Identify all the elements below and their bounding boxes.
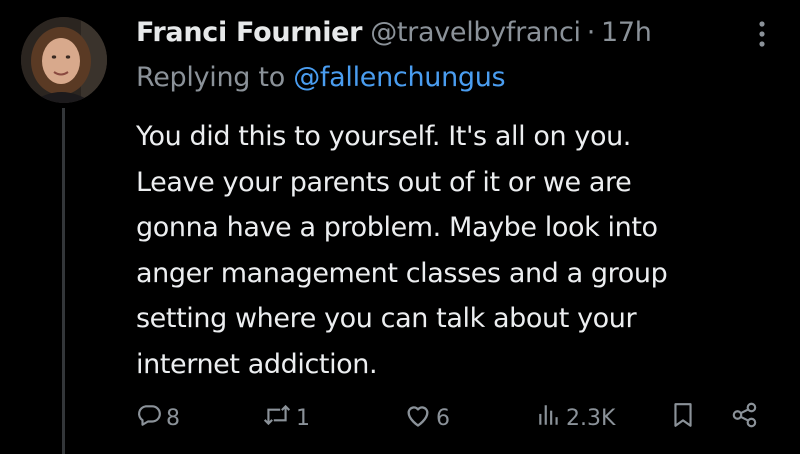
- replying-to-label: Replying to: [136, 62, 285, 93]
- tweet-body-line: gonna have a problem. Maybe look into: [136, 212, 658, 243]
- tweet-header: Franci Fournier @travelbyfranci · 17h: [136, 14, 652, 50]
- retweet-count: 1: [296, 405, 310, 431]
- more-vertical-icon[interactable]: [752, 18, 772, 50]
- reply-count: 8: [166, 405, 180, 431]
- thread-connector-line: [62, 108, 65, 454]
- avatar[interactable]: [21, 17, 107, 103]
- replying-to-handle-link[interactable]: @fallenchungus: [293, 62, 505, 93]
- views-count: 2.3K: [566, 405, 616, 431]
- replying-to-line: Replying to @fallenchungus: [136, 62, 506, 93]
- bookmark-icon: [670, 401, 696, 435]
- retweet-icon: [262, 402, 292, 434]
- tweet-body-line: You did this to yourself. It's all on yo…: [136, 121, 631, 152]
- tweet-body-line: Leave your parents out of it or we are: [136, 166, 632, 198]
- bookmark-button[interactable]: [670, 396, 696, 440]
- separator-dot: ·: [586, 16, 596, 48]
- user-handle[interactable]: @travelbyfranci: [370, 17, 581, 48]
- tweet-body-line: internet addiction.: [136, 348, 378, 380]
- views-button[interactable]: 2.3K: [536, 396, 615, 440]
- views-bar-icon: [536, 402, 562, 434]
- tweet-body: You did this to yourself. It's all on yo…: [136, 114, 776, 387]
- heart-icon: [404, 402, 432, 434]
- reply-bubble-icon: [136, 402, 162, 434]
- retweet-button[interactable]: 1: [262, 396, 310, 440]
- like-button[interactable]: 6: [404, 396, 450, 440]
- like-count: 6: [436, 405, 450, 431]
- tweet-body-line: setting where you can talk about your: [136, 303, 637, 334]
- display-name[interactable]: Franci Fournier: [136, 17, 362, 48]
- share-icon: [730, 401, 760, 435]
- share-button[interactable]: [730, 396, 760, 440]
- tweet-action-bar: 8 1 6 2.3K: [136, 396, 776, 440]
- tweet-body-line: anger management classes and a group: [136, 257, 668, 289]
- timestamp[interactable]: 17h: [601, 17, 652, 48]
- reply-button[interactable]: 8: [136, 396, 180, 440]
